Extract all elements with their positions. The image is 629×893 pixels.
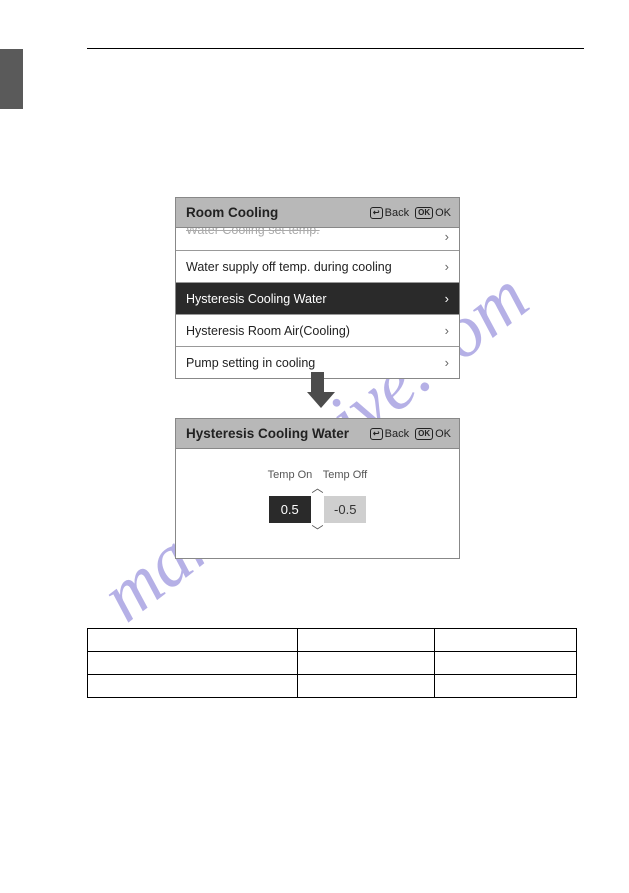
panel-title: Hysteresis Cooling Water	[186, 426, 364, 441]
value-temp-off[interactable]: -0.5	[324, 496, 366, 523]
menu-item-water-supply-off[interactable]: Water supply off temp. during cooling ›	[176, 251, 459, 283]
stepper-down-icon[interactable]: ﹀	[176, 526, 459, 536]
back-icon: ↩	[370, 207, 383, 219]
menu-item-label: Hysteresis Room Air(Cooling)	[186, 324, 445, 338]
chevron-right-icon: ›	[445, 259, 449, 274]
settings-panel-hysteresis: Hysteresis Cooling Water ↩ Back OK OK Te…	[175, 418, 460, 559]
label-temp-on: Temp On	[263, 469, 318, 481]
ok-button[interactable]: OK OK	[415, 207, 451, 219]
menu-item-hysteresis-room-air[interactable]: Hysteresis Room Air(Cooling) ›	[176, 315, 459, 347]
ok-button[interactable]: OK OK	[415, 428, 451, 440]
menu-item-label: Hysteresis Cooling Water	[186, 292, 445, 306]
value-temp-on[interactable]: 0.5	[269, 496, 311, 523]
ok-icon: OK	[415, 428, 433, 440]
panel-header: Hysteresis Cooling Water ↩ Back OK OK	[176, 419, 459, 449]
ok-icon: OK	[415, 207, 433, 219]
ok-label: OK	[435, 207, 451, 219]
table-row	[88, 652, 577, 675]
column-labels: Temp OnTemp Off	[176, 469, 459, 481]
menu-panel-room-cooling: Room Cooling ↩ Back OK OK Water Cooling …	[175, 197, 460, 379]
panel-header: Room Cooling ↩ Back OK OK	[176, 198, 459, 228]
ok-label: OK	[435, 428, 451, 440]
label-temp-off: Temp Off	[318, 469, 373, 481]
back-icon: ↩	[370, 428, 383, 440]
back-label: Back	[385, 207, 409, 219]
menu-item-label: Pump setting in cooling	[186, 356, 445, 370]
chevron-right-icon: ›	[445, 291, 449, 306]
adjust-body: Temp OnTemp Off ︿ 0.5 -0.5 ﹀	[176, 449, 459, 558]
stepper-up-icon[interactable]: ︿	[176, 483, 459, 493]
menu-item-label: Water supply off temp. during cooling	[186, 260, 445, 274]
flow-arrow-icon	[307, 372, 327, 408]
menu-item-water-cooling-set-temp[interactable]: Water Cooling set temp. ›	[176, 228, 459, 251]
chevron-right-icon: ›	[445, 323, 449, 338]
parameter-table	[87, 628, 577, 698]
back-label: Back	[385, 428, 409, 440]
table-row	[88, 629, 577, 652]
page-edge-tab	[0, 49, 23, 109]
menu-item-hysteresis-cooling-water[interactable]: Hysteresis Cooling Water ›	[176, 283, 459, 315]
chevron-right-icon: ›	[445, 355, 449, 370]
back-button[interactable]: ↩ Back	[370, 428, 409, 440]
table-row	[88, 675, 577, 698]
top-rule	[87, 48, 584, 49]
back-button[interactable]: ↩ Back	[370, 207, 409, 219]
chevron-right-icon: ›	[445, 229, 449, 244]
panel-title: Room Cooling	[186, 205, 364, 220]
menu-item-label: Water Cooling set temp.	[186, 228, 445, 237]
